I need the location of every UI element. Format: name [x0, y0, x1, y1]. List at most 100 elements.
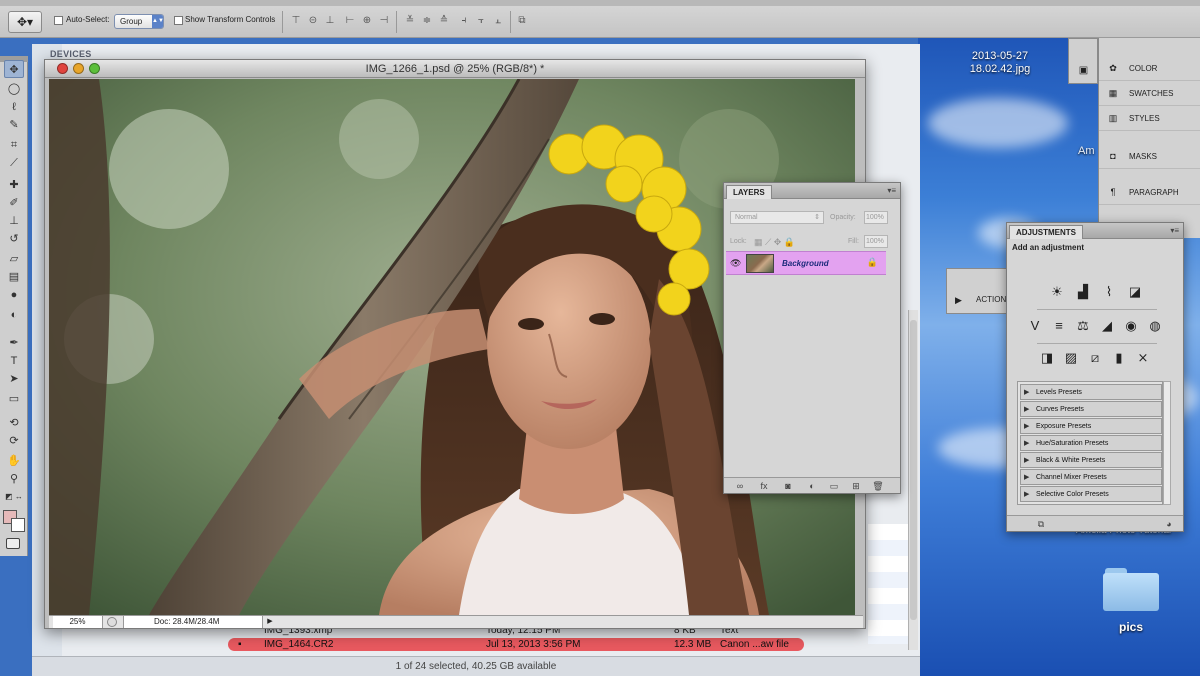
- eyedropper-tool-icon[interactable]: ⟋: [4, 154, 24, 172]
- preset-item[interactable]: ▶ Curves Presets: [1020, 401, 1162, 417]
- healing-brush-tool-icon[interactable]: ✚: [4, 176, 24, 194]
- auto-align-icon[interactable]: ⧉: [516, 15, 528, 27]
- threshold-icon[interactable]: ⧄: [1085, 349, 1105, 367]
- distribute-vcenter-icon[interactable]: ≑: [421, 15, 433, 27]
- hand-tool-icon[interactable]: ✋: [4, 452, 24, 470]
- color-balance-icon[interactable]: ⚖: [1073, 317, 1093, 335]
- fill-field[interactable]: 100%: [864, 235, 888, 248]
- 3d-orbit-tool-icon[interactable]: ⟳: [4, 432, 24, 450]
- auto-select-dropdown[interactable]: Group ▲▼: [114, 14, 164, 29]
- gradient-map-icon[interactable]: ▮: [1109, 349, 1129, 367]
- adjustment-layer-icon[interactable]: ◐: [806, 480, 818, 492]
- move-tool-icon[interactable]: ✥: [4, 60, 24, 78]
- distribute-right-icon[interactable]: ⫠: [492, 15, 504, 27]
- preset-scrollbar[interactable]: [1163, 381, 1171, 505]
- tab-adjustments[interactable]: ADJUSTMENTS: [1009, 225, 1084, 239]
- layer-row-background[interactable]: 👁 Background 🔒: [726, 251, 886, 275]
- align-left-icon[interactable]: ⊢: [344, 15, 356, 27]
- black-white-icon[interactable]: ◢: [1097, 317, 1117, 335]
- pen-tool-icon[interactable]: ✒: [4, 334, 24, 352]
- pics-folder-label[interactable]: pics: [1103, 620, 1159, 634]
- layers-panel-header[interactable]: LAYERS ▾≡: [724, 183, 900, 199]
- crop-tool-icon[interactable]: ⌗: [4, 136, 24, 154]
- distribute-top-icon[interactable]: ≚: [404, 15, 416, 27]
- opacity-field[interactable]: 100%: [864, 211, 888, 224]
- dodge-tool-icon[interactable]: ◐: [4, 306, 24, 324]
- dock-item-color[interactable]: ✿ COLOR: [1099, 56, 1200, 81]
- eraser-tool-icon[interactable]: ▱: [4, 250, 24, 268]
- zoom-field[interactable]: 25%: [53, 616, 103, 628]
- preset-item[interactable]: ▶ Channel Mixer Presets: [1020, 469, 1162, 485]
- brush-tool-icon[interactable]: ✐: [4, 194, 24, 212]
- preset-item[interactable]: ▶ Exposure Presets: [1020, 418, 1162, 434]
- align-top-icon[interactable]: ⊤: [290, 15, 302, 27]
- photo-filter-icon[interactable]: ◉: [1121, 317, 1141, 335]
- panel-menu-icon[interactable]: ▾≡: [887, 185, 896, 197]
- 3d-rotate-tool-icon[interactable]: ⟲: [4, 414, 24, 432]
- new-group-icon[interactable]: ▭: [828, 480, 840, 492]
- tab-layers[interactable]: LAYERS: [726, 185, 772, 199]
- view-previous-icon[interactable]: ◕: [1163, 518, 1175, 530]
- lasso-tool-icon[interactable]: ℓ: [4, 98, 24, 116]
- zoom-tool-icon[interactable]: ⚲: [4, 470, 24, 488]
- quick-mask-icon[interactable]: [6, 538, 20, 549]
- distribute-bottom-icon[interactable]: ≙: [438, 15, 450, 27]
- preset-item[interactable]: ▶ Hue/Saturation Presets: [1020, 435, 1162, 451]
- vibrance-icon[interactable]: V: [1025, 317, 1045, 335]
- preset-item[interactable]: ▶ Levels Presets: [1020, 384, 1162, 400]
- selective-color-icon[interactable]: ⨯: [1133, 349, 1153, 367]
- invert-icon[interactable]: ◨: [1037, 349, 1057, 367]
- clip-to-layer-icon[interactable]: ⧉: [1035, 518, 1047, 530]
- brightness-contrast-icon[interactable]: ☀: [1047, 283, 1067, 301]
- layer-style-icon[interactable]: fx: [758, 480, 770, 492]
- preset-item[interactable]: ▶ Black & White Presets: [1020, 452, 1162, 468]
- swap-colors-icon[interactable]: ◩ ↔: [4, 488, 24, 506]
- background-color-swatch[interactable]: [11, 518, 25, 532]
- exposure-icon[interactable]: ◪: [1125, 283, 1145, 301]
- preset-item[interactable]: ▶ Selective Color Presets: [1020, 486, 1162, 502]
- path-selection-tool-icon[interactable]: ➤: [4, 370, 24, 388]
- document-titlebar[interactable]: IMG_1266_1.psd @ 25% (RGB/8*) *: [45, 60, 865, 78]
- show-transform-checkbox[interactable]: [174, 16, 183, 25]
- history-brush-tool-icon[interactable]: ↺: [4, 230, 24, 248]
- marquee-tool-icon[interactable]: ◯: [4, 80, 24, 98]
- distribute-left-icon[interactable]: ⫞: [458, 15, 470, 27]
- actions-panel-tab[interactable]: ▶ ACTION: [946, 268, 1008, 314]
- align-bottom-icon[interactable]: ⊥: [324, 15, 336, 27]
- status-menu-button[interactable]: [107, 617, 117, 627]
- auto-select-checkbox[interactable]: [54, 16, 63, 25]
- curves-icon[interactable]: ⌇: [1099, 283, 1119, 301]
- blend-mode-select[interactable]: Normal ⇕: [730, 211, 824, 224]
- distribute-hcenter-icon[interactable]: ⫟: [475, 15, 487, 27]
- dock-item-swatches[interactable]: ▦ SWATCHES: [1099, 81, 1200, 106]
- desktop-file-label[interactable]: 2013-05-27 18.02.42.jpg: [955, 50, 1045, 76]
- channel-mixer-icon[interactable]: ◍: [1145, 317, 1165, 335]
- add-mask-icon[interactable]: ◙: [782, 480, 794, 492]
- file-row-selected[interactable]: ▪ IMG_1464.CR2 Jul 13, 2013 3:56 PM 12.3…: [228, 638, 804, 651]
- eye-icon[interactable]: 👁: [730, 258, 741, 269]
- new-layer-icon[interactable]: ⊞: [850, 480, 862, 492]
- adjustments-panel-header[interactable]: ADJUSTMENTS ▾≡: [1007, 223, 1183, 239]
- posterize-icon[interactable]: ▨: [1061, 349, 1081, 367]
- trash-icon[interactable]: 🗑: [872, 480, 884, 492]
- align-right-icon[interactable]: ⊣: [378, 15, 390, 27]
- panel-menu-icon[interactable]: ▾≡: [1170, 225, 1179, 237]
- finder-scrollbar[interactable]: [908, 310, 918, 650]
- levels-icon[interactable]: ▟: [1073, 283, 1093, 301]
- tool-preset-picker[interactable]: ✥▾: [8, 11, 42, 33]
- blur-tool-icon[interactable]: ●: [4, 286, 24, 304]
- scrollbar-thumb[interactable]: [910, 320, 917, 620]
- hue-saturation-icon[interactable]: ≡: [1049, 317, 1069, 335]
- dock-item-masks[interactable]: ◘ MASKS: [1099, 144, 1200, 169]
- dock-item-paragraph[interactable]: ¶ PARAGRAPH: [1099, 180, 1200, 205]
- lock-pixels-icon[interactable]: ▦ ⟋ ✥ 🔒: [754, 237, 795, 248]
- align-hcenter-icon[interactable]: ⊕: [361, 15, 373, 27]
- type-tool-icon[interactable]: T: [4, 352, 24, 370]
- align-vcenter-icon[interactable]: ⊝: [307, 15, 319, 27]
- dock-item-styles[interactable]: ▥ STYLES: [1099, 106, 1200, 131]
- clone-stamp-tool-icon[interactable]: ⊥: [4, 212, 24, 230]
- gradient-tool-icon[interactable]: ▤: [4, 268, 24, 286]
- histogram-icon[interactable]: ▣: [1077, 65, 1090, 77]
- pics-folder-icon[interactable]: [1103, 568, 1159, 612]
- link-layers-icon[interactable]: ∞: [734, 480, 746, 492]
